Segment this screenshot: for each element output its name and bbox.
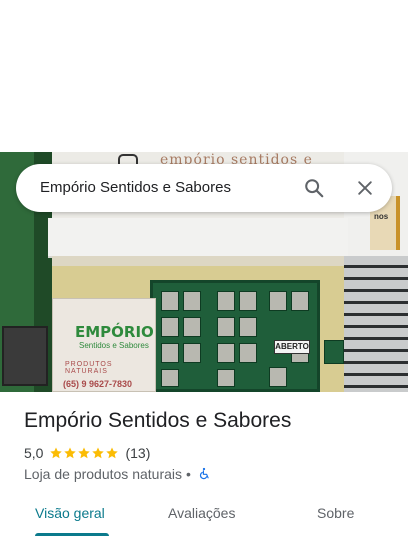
star-icon	[106, 447, 119, 459]
photo-banner-tagline: PRODUTOS NATURAIS	[65, 361, 113, 375]
photo-shutter	[344, 256, 408, 392]
close-icon[interactable]	[355, 178, 375, 198]
star-icon	[78, 447, 91, 459]
photo-side-sign-text: nos	[374, 212, 389, 221]
top-blank-area	[0, 0, 408, 152]
photo-mailbox	[324, 340, 344, 364]
tab-reviews[interactable]: Avaliações	[168, 505, 235, 521]
tab-about[interactable]: Sobre	[317, 505, 354, 521]
review-count[interactable]: (13)	[125, 445, 150, 461]
star-icon	[92, 447, 105, 459]
wheelchair-icon	[199, 467, 209, 480]
star-icon	[64, 447, 77, 459]
rating-value: 5,0	[24, 445, 44, 461]
photo-awning	[48, 218, 348, 258]
photo-banner: EMPÓRIO Sentidos e Sabores PRODUTOS NATU…	[52, 298, 156, 392]
category-row: Loja de produtos naturais •	[24, 465, 211, 483]
search-input[interactable]: Empório Sentidos e Sabores	[40, 179, 231, 196]
photo-banner-title: EMPÓRIO	[75, 323, 154, 341]
place-category: Loja de produtos naturais	[24, 466, 182, 482]
search-icon[interactable]	[303, 177, 325, 199]
photo-electric-meter	[2, 326, 48, 386]
photo-banner-subtitle: Sentidos e Sabores	[79, 341, 149, 350]
search-bar[interactable]: Empório Sentidos e Sabores	[16, 164, 392, 212]
separator-dot: •	[186, 466, 191, 482]
place-tabs: Visão geral Avaliações Sobre	[0, 496, 408, 544]
star-rating	[49, 446, 119, 460]
active-tab-indicator	[35, 533, 109, 536]
star-icon	[50, 447, 63, 459]
place-title: Empório Sentidos e Sabores	[24, 409, 292, 432]
photo-door	[150, 280, 320, 392]
photo-banner-phone: (65) 9 9627-7830	[63, 379, 133, 389]
tab-overview[interactable]: Visão geral	[35, 505, 105, 521]
photo-open-sign: ABERTO	[274, 340, 310, 354]
rating-row[interactable]: 5,0 (13)	[24, 444, 150, 462]
